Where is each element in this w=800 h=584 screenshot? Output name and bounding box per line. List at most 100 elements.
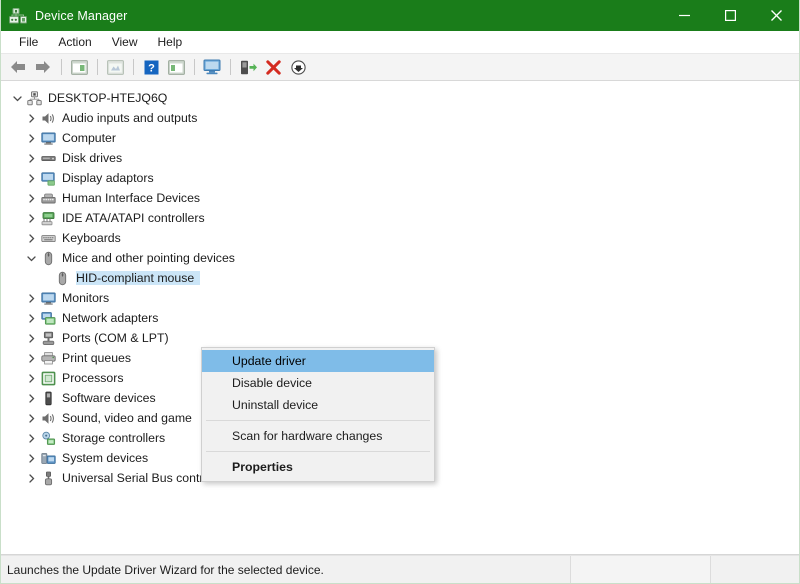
device-context-menu[interactable]: Update driver Disable device Uninstall d… — [201, 347, 435, 482]
tree-item-label: Monitors — [62, 291, 115, 305]
minimize-button[interactable] — [661, 0, 707, 31]
tree-item-label: Computer — [62, 131, 122, 145]
tree-item-label: Display adaptors — [62, 171, 160, 185]
device-tree-pane[interactable]: DESKTOP-HTEJQ6Q Audio inputs and outputs — [1, 81, 799, 555]
console-tree-icon[interactable] — [67, 56, 91, 78]
tree-item-disk-drives[interactable]: Disk drives — [1, 148, 799, 168]
menu-file[interactable]: File — [9, 32, 48, 53]
tree-item-label: Mice and other pointing devices — [62, 251, 241, 265]
context-menu-item-label: Update driver — [232, 354, 306, 368]
context-menu-item-disable-device[interactable]: Disable device — [202, 372, 434, 394]
forward-arrow-icon[interactable] — [31, 56, 55, 78]
toolbar-separator — [230, 59, 231, 75]
svg-text:?: ? — [148, 62, 155, 74]
port-icon — [39, 328, 58, 348]
context-menu-item-properties[interactable]: Properties — [202, 456, 434, 478]
hid-icon — [39, 188, 58, 208]
tree-item-label: Storage controllers — [62, 431, 171, 445]
tree-item-ports-com-lpt[interactable]: Ports (COM & LPT) — [1, 328, 799, 348]
tree-item-ide-ata-atapi-controllers[interactable]: IDE ATA/ATAPI controllers — [1, 208, 799, 228]
tree-item-network-adapters[interactable]: Network adapters — [1, 308, 799, 328]
menu-bar: File Action View Help — [1, 31, 799, 54]
window-controls — [661, 0, 799, 31]
chevron-right-icon[interactable] — [23, 188, 39, 208]
back-arrow-icon[interactable] — [6, 56, 30, 78]
tree-item-display-adaptors[interactable]: Display adaptors — [1, 168, 799, 188]
tree-item-monitors[interactable]: Monitors — [1, 288, 799, 308]
tree-item-label: Disk drives — [62, 151, 128, 165]
chevron-right-icon[interactable] — [23, 168, 39, 188]
tree-item-hid-compliant-mouse[interactable]: HID-compliant mouse — [1, 268, 799, 288]
red-x-icon[interactable] — [261, 56, 285, 78]
tree-item-mice-and-other-pointing-devices[interactable]: Mice and other pointing devices — [1, 248, 799, 268]
tree-item-computer[interactable]: Computer — [1, 128, 799, 148]
chevron-right-icon[interactable] — [23, 368, 39, 388]
chevron-right-icon[interactable] — [23, 108, 39, 128]
tree-item-label: System devices — [62, 451, 154, 465]
tree-item-label: Ports (COM & LPT) — [62, 331, 175, 345]
software-device-icon — [39, 388, 58, 408]
ide-controller-icon — [39, 208, 58, 228]
printer-icon — [39, 348, 58, 368]
toolbar-separator — [194, 59, 195, 75]
chevron-right-icon[interactable] — [23, 128, 39, 148]
tree-item-label: HID-compliant mouse — [76, 271, 200, 285]
tree-item-desktop-htejq6q[interactable]: DESKTOP-HTEJQ6Q — [1, 88, 799, 108]
context-menu-item-update-driver[interactable]: Update driver — [202, 350, 434, 372]
view-panel-icon[interactable] — [164, 56, 188, 78]
chevron-right-icon[interactable] — [23, 208, 39, 228]
context-menu-separator — [206, 420, 430, 421]
chevron-right-icon[interactable] — [23, 348, 39, 368]
chevron-right-icon[interactable] — [23, 408, 39, 428]
properties-window-icon[interactable] — [103, 56, 127, 78]
context-menu-item-uninstall-device[interactable]: Uninstall device — [202, 394, 434, 416]
chevron-right-icon[interactable] — [23, 228, 39, 248]
chevron-right-icon[interactable] — [23, 148, 39, 168]
close-button[interactable] — [753, 0, 799, 31]
menu-view[interactable]: View — [102, 32, 148, 53]
context-menu-item-scan-for-hardware-changes[interactable]: Scan for hardware changes — [202, 425, 434, 447]
tree-item-label: Audio inputs and outputs — [62, 111, 203, 125]
down-arrow-circle-icon[interactable] — [286, 56, 310, 78]
monitor-scan-icon[interactable] — [200, 56, 224, 78]
computer-root-icon — [25, 88, 44, 108]
status-pane-2 — [571, 556, 711, 583]
menu-action[interactable]: Action — [48, 32, 101, 53]
chevron-right-icon[interactable] — [23, 288, 39, 308]
tree-item-human-interface-devices[interactable]: Human Interface Devices — [1, 188, 799, 208]
chevron-right-icon[interactable] — [23, 328, 39, 348]
toolbar-separator — [61, 59, 62, 75]
monitor-icon — [39, 288, 58, 308]
tree-item-label: Human Interface Devices — [62, 191, 206, 205]
chevron-down-icon[interactable] — [9, 88, 25, 108]
update-driver-icon[interactable] — [236, 56, 260, 78]
device-manager-icon — [9, 8, 27, 24]
network-adapter-icon — [39, 308, 58, 328]
tree-item-audio-inputs-and-outputs[interactable]: Audio inputs and outputs — [1, 108, 799, 128]
chevron-right-icon[interactable] — [23, 448, 39, 468]
context-menu-item-label: Disable device — [232, 376, 312, 390]
maximize-button[interactable] — [707, 0, 753, 31]
tree-item-label: Software devices — [62, 391, 162, 405]
storage-controller-icon — [39, 428, 58, 448]
status-pane-3 — [711, 556, 799, 583]
chevron-right-icon[interactable] — [23, 388, 39, 408]
menu-help[interactable]: Help — [148, 32, 193, 53]
status-message: Launches the Update Driver Wizard for th… — [1, 556, 571, 583]
tree-item-label: Sound, video and game — [62, 411, 198, 425]
chevron-right-icon[interactable] — [23, 468, 39, 488]
disk-drive-icon — [39, 148, 58, 168]
help-question-icon[interactable]: ? — [139, 56, 163, 78]
tree-item-label: Network adapters — [62, 311, 164, 325]
toolbar-separator — [133, 59, 134, 75]
chevron-right-icon[interactable] — [23, 428, 39, 448]
chevron-down-icon[interactable] — [23, 248, 39, 268]
display-adapter-icon — [39, 168, 58, 188]
speaker-icon — [39, 108, 58, 128]
context-menu-separator — [206, 451, 430, 452]
system-device-icon — [39, 448, 58, 468]
monitor-icon — [39, 128, 58, 148]
chevron-right-icon[interactable] — [23, 308, 39, 328]
tree-item-keyboards[interactable]: Keyboards — [1, 228, 799, 248]
speaker-icon — [39, 408, 58, 428]
